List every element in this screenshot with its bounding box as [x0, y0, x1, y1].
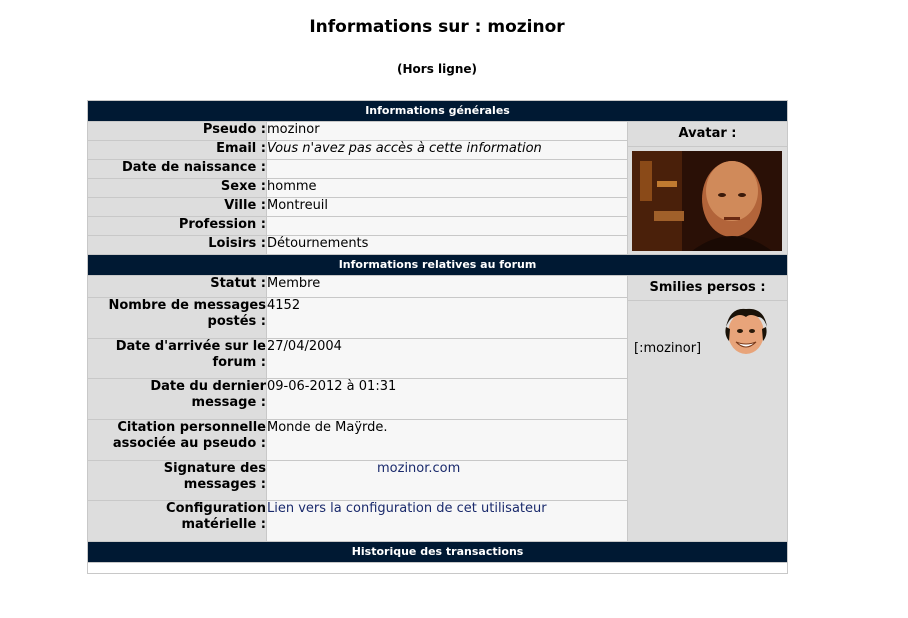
email-label: Email :	[87, 140, 267, 160]
pseudo-value: mozinor	[266, 121, 628, 141]
avatar-image[interactable]	[632, 151, 782, 251]
sex-label: Sexe :	[87, 178, 267, 198]
status-label: Statut :	[87, 274, 267, 299]
history-content	[86, 562, 789, 574]
pseudo-label: Pseudo :	[87, 121, 267, 141]
last-message-label: Date du dernier message :	[87, 378, 267, 420]
arrival-date-value: 27/04/2004	[266, 337, 628, 380]
section-header-history: Historique des transactions	[86, 541, 789, 563]
hobbies-value: Détournements	[266, 235, 628, 255]
birthdate-value	[266, 159, 628, 179]
avatar-cell: Avatar :	[626, 121, 789, 255]
birthdate-label: Date de naissance :	[87, 159, 267, 179]
smiley-face-icon[interactable]	[720, 305, 772, 357]
email-value: Vous n'avez pas accès à cette informatio…	[266, 140, 628, 160]
hobbies-label: Loisirs :	[87, 235, 267, 255]
avatar-portrait	[632, 151, 782, 251]
page-title: Informations sur : mozinor	[309, 17, 565, 37]
online-status: (Hors ligne)	[397, 62, 477, 76]
status-value: Membre	[266, 274, 628, 299]
hardware-config-link[interactable]: Lien vers la configuration de cet utilis…	[267, 501, 547, 516]
city-label: Ville :	[87, 197, 267, 217]
signature-label: Signature des messages :	[87, 459, 267, 502]
personal-quote-value: Monde de Maÿrde.	[266, 418, 628, 461]
avatar-label: Avatar :	[628, 122, 788, 147]
profession-label: Profession :	[87, 216, 267, 236]
section-title-general: Informations générales	[86, 100, 789, 122]
personal-quote-label: Citation personnelle associée au pseudo …	[87, 418, 267, 461]
city-value: Montreuil	[266, 197, 628, 217]
signature-link[interactable]: mozinor.com	[267, 461, 460, 476]
smilies-label: Smilies persos :	[628, 276, 788, 301]
profile-table: Informations générales Pseudo : mozinor …	[86, 100, 789, 574]
last-message-value: 09-06-2012 à 01:31	[266, 378, 628, 420]
message-count-label: Nombre de messages postés :	[87, 297, 267, 339]
arrival-date-label: Date d'arrivée sur le forum :	[87, 337, 267, 380]
section-header-general: Informations générales	[86, 100, 789, 122]
section-title-forum: Informations relatives au forum	[86, 254, 789, 276]
smiley-code: [:mozinor]	[634, 341, 702, 356]
profession-value	[266, 216, 628, 236]
hardware-config-label: Configuration matérielle :	[87, 500, 267, 542]
message-count-value: 4152	[266, 297, 628, 339]
section-title-history: Historique des transactions	[86, 541, 789, 563]
sex-value: homme	[266, 178, 628, 198]
section-header-forum: Informations relatives au forum	[86, 254, 789, 276]
smilies-cell: Smilies persos : [:mozinor]	[626, 275, 789, 542]
